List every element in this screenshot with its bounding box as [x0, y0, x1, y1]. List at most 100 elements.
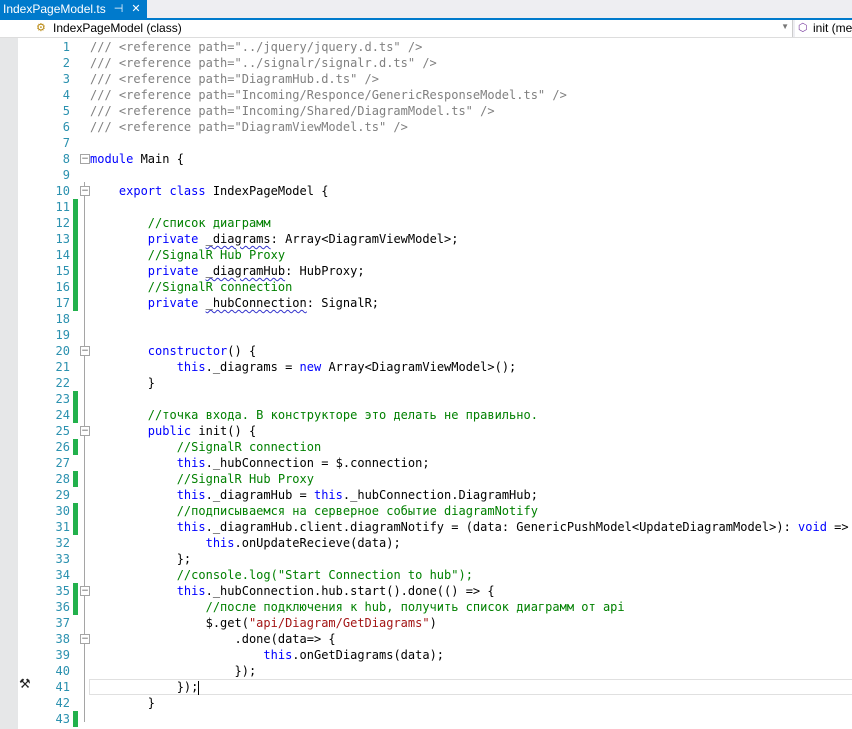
close-icon[interactable]: ✕ [131, 0, 140, 18]
line-number: 42 [55, 696, 70, 710]
code-token: }; [90, 552, 192, 566]
code-line[interactable]: 1 /// <reference path="../jquery/jquery.d… [0, 39, 852, 55]
code-line[interactable]: 11 [0, 199, 852, 215]
code-token: /// <reference path="../jquery/jquery.d.… [90, 40, 423, 54]
code-line[interactable]: 25− public init() { [0, 423, 852, 439]
code-line[interactable]: 30 //подписываемся на серверное событие … [0, 503, 852, 519]
code-line[interactable]: 26 //SignalR connection [0, 439, 852, 455]
code-text: /// <reference path="DiagramHub.d.ts" /> [90, 71, 379, 87]
code-token: void [798, 520, 827, 534]
code-token: this [313, 488, 343, 502]
collapse-icon[interactable]: − [80, 634, 90, 644]
line-number: 43 [55, 712, 70, 726]
code-token: /// <reference path="../signalr/signalr.… [90, 56, 437, 70]
code-line[interactable]: 6 /// <reference path="DiagramViewModel.t… [0, 119, 852, 135]
code-line[interactable]: 3 /// <reference path="DiagramHub.d.ts" /… [0, 71, 852, 87]
code-text: //SignalR Hub Proxy [90, 247, 285, 263]
code-line[interactable]: 5 /// <reference path="Incoming/Shared/Di… [0, 103, 852, 119]
code-text: $.get("api/Diagram/GetDiagrams") [90, 615, 437, 631]
type-dropdown-label: IndexPageModel (class) [53, 21, 182, 35]
tab-indexpagemodel[interactable]: IndexPageModel.ts ⊣ ✕ [0, 0, 147, 18]
code-line[interactable]: 13 private _diagrams: Array<DiagramViewM… [0, 231, 852, 247]
code-token: ._hubConnection.DiagramHub; [342, 488, 538, 502]
code-token: _diagramHub [205, 264, 286, 278]
code-line[interactable]: 24 //точка входа. В конструкторе это дел… [0, 407, 852, 423]
code-line[interactable]: 21 this._diagrams = new Array<DiagramVie… [0, 359, 852, 375]
code-line[interactable]: 42 } [0, 695, 852, 711]
code-token: constructor [147, 344, 228, 358]
code-line[interactable]: 39 this.onGetDiagrams(data); [0, 647, 852, 663]
tab-title: IndexPageModel.ts [3, 2, 106, 16]
collapse-icon[interactable]: − [80, 346, 90, 356]
code-text: this._hubConnection = $.connection; [90, 455, 430, 471]
code-line[interactable]: 35− this._hubConnection.hub.start().done… [0, 583, 852, 599]
code-line[interactable]: 40 }); [0, 663, 852, 679]
change-marker [73, 711, 78, 727]
line-number: 29 [55, 488, 70, 502]
code-token: this [176, 488, 206, 502]
current-line-highlight [89, 679, 852, 695]
line-number: 22 [55, 376, 70, 390]
code-line[interactable]: 2 /// <reference path="../signalr/signalr… [0, 55, 852, 71]
line-number: 7 [62, 136, 70, 150]
code-text: this._diagramHub = this._hubConnection.D… [90, 487, 538, 503]
line-number: 40 [55, 664, 70, 678]
code-token: //console.log("Start Connection to hub")… [176, 568, 473, 582]
code-line[interactable]: 36 //после подключения к hub, получить с… [0, 599, 852, 615]
code-line[interactable]: 22 } [0, 375, 852, 391]
member-dropdown[interactable]: ⬡ init (met [795, 20, 852, 37]
pin-icon[interactable]: ⊣ [114, 0, 124, 18]
code-line[interactable]: 12 //список диаграмм [0, 215, 852, 231]
code-line[interactable]: 33 }; [0, 551, 852, 567]
code-line[interactable]: 15 private _diagramHub: HubProxy; [0, 263, 852, 279]
code-line[interactable]: 20− constructor() { [0, 343, 852, 359]
code-line[interactable]: 31 this._diagramHub.client.diagramNotify… [0, 519, 852, 535]
code-line[interactable]: 14 //SignalR Hub Proxy [0, 247, 852, 263]
line-number: 32 [55, 536, 70, 550]
code-line[interactable]: 32 this.onUpdateRecieve(data); [0, 535, 852, 551]
code-line[interactable]: 23 [0, 391, 852, 407]
code-token: //SignalR connection [147, 280, 293, 294]
line-number: 24 [55, 408, 70, 422]
code-line[interactable]: 19 [0, 327, 852, 343]
code-line[interactable]: 16 //SignalR connection [0, 279, 852, 295]
code-line[interactable]: 29 this._diagramHub = this._hubConnectio… [0, 487, 852, 503]
code-line[interactable]: 8− module Main { [0, 151, 852, 167]
code-line[interactable]: 17 private _hubConnection: SignalR; [0, 295, 852, 311]
code-text: constructor() { [90, 343, 256, 359]
code-token: //SignalR Hub Proxy [176, 472, 314, 486]
code-line[interactable]: 27 this._hubConnection = $.connection; [0, 455, 852, 471]
collapse-icon[interactable]: − [80, 154, 90, 164]
code-line[interactable]: 34 //console.log("Start Connection to hu… [0, 567, 852, 583]
code-line[interactable]: 4 /// <reference path="Incoming/Responce/… [0, 87, 852, 103]
code-text: module Main { [90, 151, 184, 167]
change-marker [73, 391, 78, 407]
line-number: 15 [55, 264, 70, 278]
code-line[interactable]: 10− export class IndexPageModel { [0, 183, 852, 199]
collapse-icon[interactable]: − [80, 186, 90, 196]
code-line[interactable]: 43 [0, 711, 852, 727]
line-number: 8 [62, 152, 70, 166]
code-token: _diagrams [205, 232, 271, 246]
code-text: //SignalR connection [90, 279, 293, 295]
collapse-icon[interactable]: − [80, 426, 90, 436]
code-line[interactable]: 41 }); [0, 679, 852, 695]
code-token: public [147, 424, 192, 438]
code-line[interactable]: 38− .done(data=> { [0, 631, 852, 647]
line-number: 13 [55, 232, 70, 246]
collapse-icon[interactable]: − [80, 586, 90, 596]
code-token: .done(data=> { [90, 632, 336, 646]
code-line[interactable]: 7 [0, 135, 852, 151]
code-line[interactable]: 37 $.get("api/Diagram/GetDiagrams") [0, 615, 852, 631]
chevron-down-icon[interactable]: ▼ [781, 22, 789, 31]
code-line[interactable]: 9 [0, 167, 852, 183]
code-editor[interactable]: 1 /// <reference path="../jquery/jquery.d… [0, 39, 852, 727]
code-line[interactable]: 28 //SignalR Hub Proxy [0, 471, 852, 487]
type-dropdown[interactable]: ⚙ IndexPageModel (class) ▼ [0, 20, 793, 37]
code-line[interactable]: 18 [0, 311, 852, 327]
